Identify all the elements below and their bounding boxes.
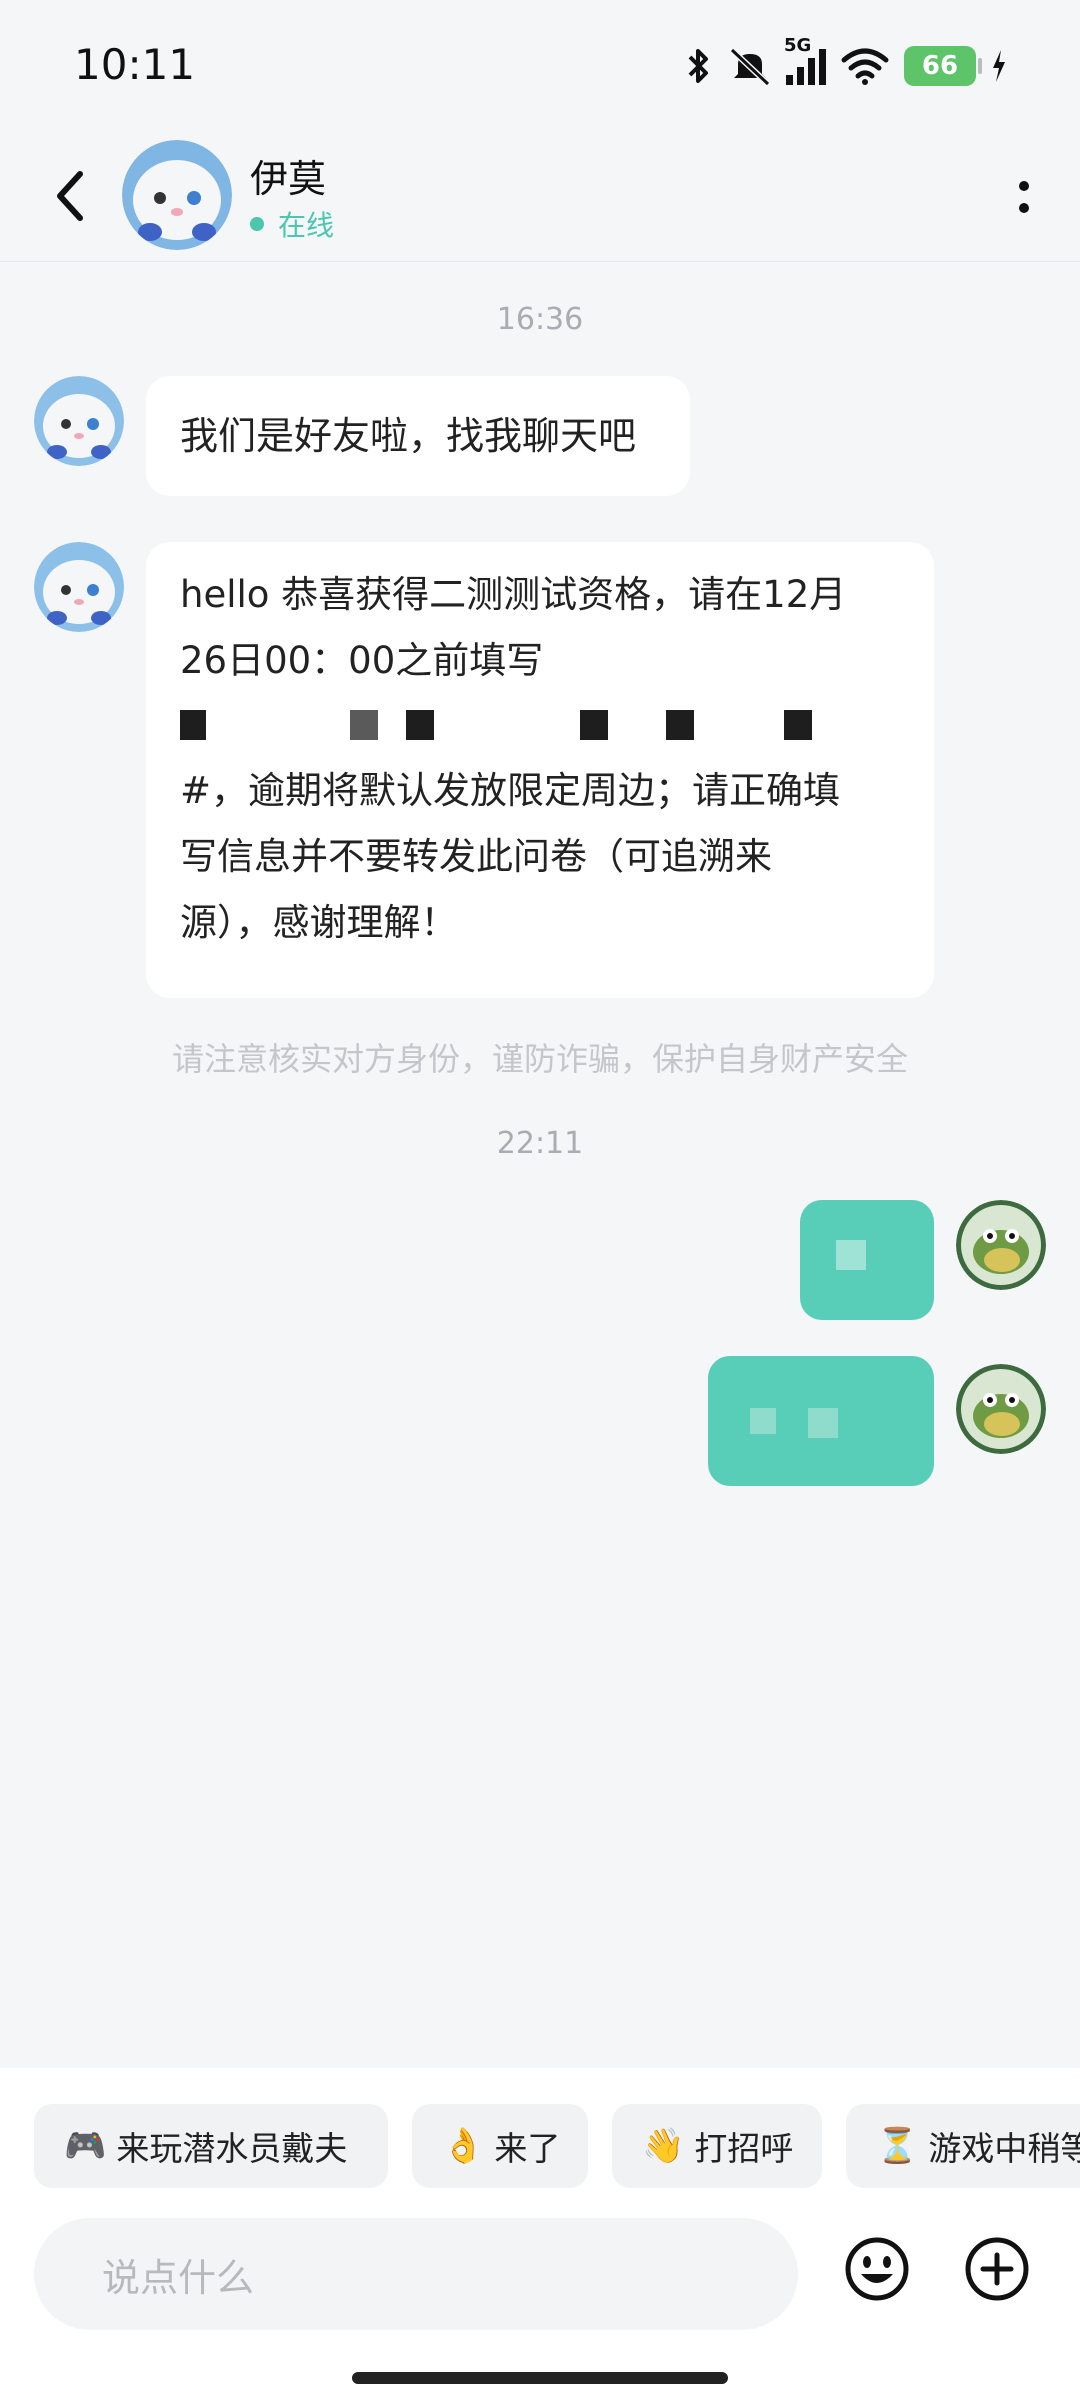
message-text-line: 写信息并不要转发此问卷（可追溯来: [180, 835, 772, 878]
message-text-line: hello 恭喜获得二测测试资格，请在12月: [180, 573, 847, 616]
message-text: 我们是好友啦，找我聊天吧: [180, 414, 637, 458]
smiley-icon: [845, 2237, 909, 2301]
quick-reply-chip[interactable]: 👋 打招呼: [612, 2104, 822, 2188]
my-message-bubble[interactable]: [708, 1356, 934, 1486]
add-attachment-button[interactable]: [964, 2236, 1030, 2302]
sender-avatar[interactable]: [34, 376, 124, 466]
more-vertical-icon: [1019, 181, 1029, 213]
waving-hand-icon: 👋: [642, 2126, 685, 2166]
quick-reply-label: 打招呼: [694, 2129, 794, 2168]
signal-icon: 5G: [784, 35, 826, 85]
online-status: 在线: [250, 204, 334, 244]
gamepad-icon: 🎮: [64, 2126, 107, 2166]
quick-reply-label: 来玩潜水员戴夫: [116, 2129, 348, 2168]
wifi-icon: [841, 48, 889, 85]
bluetooth-icon: [688, 49, 708, 83]
emoji-button[interactable]: [844, 2236, 910, 2302]
online-dot-icon: [250, 217, 264, 231]
chevron-left-icon: [57, 171, 83, 221]
status-icons: 5G 66: [684, 35, 1008, 90]
ok-hand-icon: 👌: [442, 2126, 485, 2166]
back-button[interactable]: [40, 166, 100, 226]
message-input-placeholder: 说点什么: [102, 2255, 255, 2300]
my-avatar[interactable]: [956, 1200, 1046, 1290]
chat-header: 伊莫 在线: [0, 130, 1080, 262]
signal-5g-label: 5G: [784, 35, 812, 56]
contact-avatar[interactable]: [122, 140, 232, 250]
message-text-line: 源），感谢理解！: [180, 901, 458, 944]
message-bubble[interactable]: hello 恭喜获得二测测试资格，请在12月 26日00：00之前填写 #，逾期…: [146, 542, 934, 998]
mute-icon: [729, 47, 771, 86]
quick-reply-chip[interactable]: 🎮 来玩潜水员戴夫: [34, 2104, 388, 2188]
my-message-bubble[interactable]: [800, 1200, 934, 1320]
online-status-label: 在线: [278, 209, 335, 242]
quick-reply-chip[interactable]: 👌 来了: [412, 2104, 588, 2188]
home-indicator[interactable]: [352, 2372, 728, 2384]
bottom-input-panel: 🎮 来玩潜水员戴夫 👌 来了 👋 打招呼 ⏳ 游戏中稍等 说点什么: [0, 2068, 1080, 2400]
sender-avatar[interactable]: [34, 542, 124, 632]
message-input[interactable]: 说点什么: [34, 2218, 798, 2330]
redacted-link[interactable]: [180, 694, 900, 758]
quick-reply-chip[interactable]: ⏳ 游戏中稍等: [846, 2104, 1080, 2188]
message-bubble[interactable]: 我们是好友啦，找我聊天吧: [146, 376, 690, 496]
chat-timestamp: 22:11: [496, 1126, 584, 1161]
quick-reply-label: 游戏中稍等: [928, 2129, 1080, 2168]
status-time: 10:11: [74, 40, 196, 89]
message-text-line: #，逾期将默认发放限定周边；请正确填: [180, 769, 841, 812]
message-text-line: 26日00：00之前填写: [180, 639, 544, 682]
safety-notice: 请注意核实对方身份，谨防诈骗，保护自身财产安全: [171, 1040, 908, 1078]
charging-icon: [993, 50, 1005, 82]
quick-reply-label: 来了: [494, 2129, 561, 2168]
status-bar: 10:11 5G 66: [0, 0, 1080, 130]
hourglass-icon: ⏳: [876, 2126, 919, 2166]
chat-timestamp: 16:36: [496, 302, 584, 337]
plus-circle-icon: [965, 2237, 1029, 2301]
more-options-button[interactable]: [996, 170, 1052, 226]
contact-name: 伊莫: [250, 157, 327, 201]
my-avatar[interactable]: [956, 1364, 1046, 1454]
battery-indicator: 66: [904, 46, 982, 86]
